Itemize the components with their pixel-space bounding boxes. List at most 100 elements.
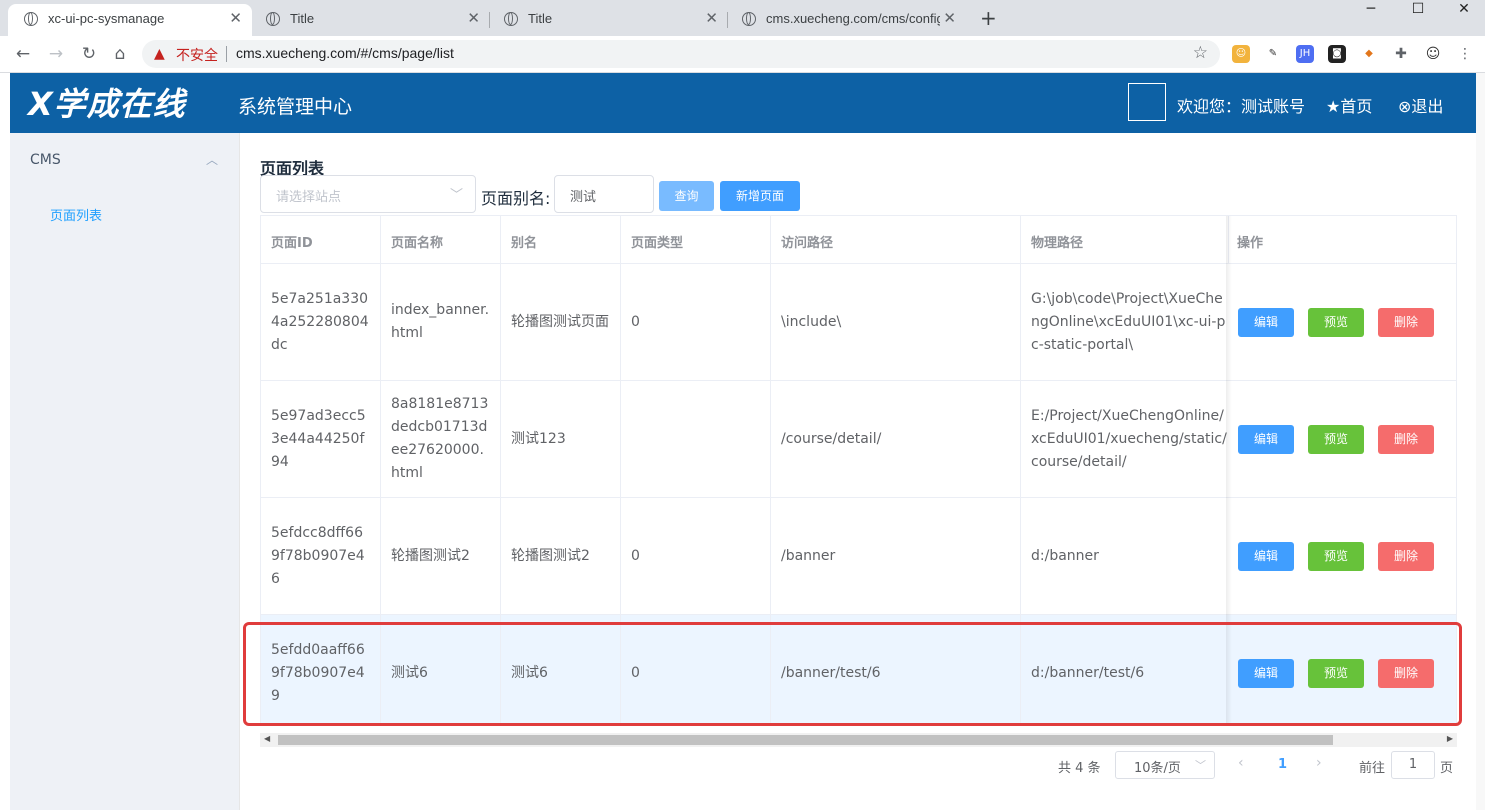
column-header-access-path: 访问路径 [771, 216, 1021, 264]
cell-physical-path: d:/banner [1021, 498, 1229, 614]
app-header: X学成在线 系统管理中心 欢迎您：测试账号 ★首页 ⊗退出 [10, 73, 1476, 133]
home-label: 首页 [1340, 97, 1373, 116]
bookmark-star-icon[interactable]: ☆ [1193, 43, 1208, 63]
chevron-up-icon[interactable]: ︿ [206, 151, 218, 168]
sidebar-menu-cms[interactable]: CMS [30, 152, 61, 168]
browser-tab-bar: xc-ui-pc-sysmanage ✕ Title ✕ Title ✕ cms… [0, 0, 1485, 36]
globe-icon [504, 12, 518, 26]
scroll-left-icon[interactable]: ◀ [264, 734, 270, 743]
delete-button[interactable]: 删除 [1378, 425, 1434, 454]
browser-tab[interactable]: Title ✕ [488, 4, 728, 36]
scrollbar-thumb[interactable] [278, 735, 1333, 745]
sidebar: CMS ︿ 页面列表 [10, 133, 240, 810]
annotation-highlight-box [243, 622, 1462, 726]
next-page-icon[interactable]: › [1316, 755, 1322, 771]
goto-page-input[interactable]: 1 [1391, 751, 1435, 779]
column-header-actions: 操作 [1227, 216, 1456, 264]
profile-icon[interactable]: ☺ [1424, 45, 1442, 63]
preview-button[interactable]: 预览 [1308, 542, 1364, 571]
cell-alias: 轮播图测试页面 [501, 264, 621, 380]
cell-alias: 测试123 [501, 381, 621, 497]
new-page-button[interactable]: 新增页面 [720, 181, 800, 211]
edit-button[interactable]: 编辑 [1238, 425, 1294, 454]
extension-icon[interactable]: ◙ [1328, 45, 1346, 63]
tab-title: xc-ui-pc-sysmanage [48, 11, 165, 26]
goto-unit-label: 页 [1440, 761, 1454, 776]
cell-access-path: /banner [771, 498, 1021, 614]
tab-title: cms.xuecheng.com/cms/config [766, 11, 944, 26]
cell-name: 轮播图测试2 [381, 498, 501, 614]
delete-button[interactable]: 删除 [1378, 308, 1434, 337]
menu-kebab-icon[interactable]: ⋮ [1456, 45, 1474, 63]
table-row: 5e7a251a3304a252280804dc index_banner.ht… [261, 264, 1456, 381]
page-size-select[interactable]: 10条/页 ﹀ [1115, 751, 1215, 779]
alias-label: 页面别名: [481, 189, 551, 208]
reload-icon[interactable]: ↻ [76, 41, 102, 67]
preview-button[interactable]: 预览 [1308, 308, 1364, 337]
star-icon: ★ [1326, 97, 1341, 116]
close-tab-icon[interactable]: ✕ [940, 4, 956, 34]
browser-tab-active[interactable]: xc-ui-pc-sysmanage ✕ [8, 4, 252, 36]
avatar [1128, 83, 1166, 121]
welcome-text: 欢迎您：测试账号 [1177, 97, 1306, 116]
alias-input-value: 测试 [570, 190, 597, 205]
site-select[interactable]: 请选择站点 ﹀ [260, 175, 476, 213]
warning-icon: ▲ [154, 46, 165, 62]
jh-extension-icon[interactable]: JH [1296, 45, 1314, 63]
scroll-right-icon[interactable]: ▶ [1447, 734, 1453, 743]
browser-tab[interactable]: cms.xuecheng.com/cms/config ✕ [726, 4, 966, 36]
close-tab-icon[interactable]: ✕ [705, 4, 718, 34]
globe-icon [742, 12, 756, 26]
back-icon[interactable]: ← [10, 41, 36, 67]
security-label: 不安全 [176, 47, 218, 63]
page-size-value: 10条/页 [1134, 761, 1181, 776]
preview-button[interactable]: 预览 [1308, 425, 1364, 454]
minimize-icon[interactable]: ─ [1348, 0, 1394, 32]
browser-tab[interactable]: Title ✕ [250, 4, 490, 36]
home-link[interactable]: ★首页 [1326, 93, 1372, 117]
column-header-type: 页面类型 [621, 216, 771, 264]
close-tab-icon[interactable]: ✕ [229, 4, 242, 34]
alias-input[interactable]: 测试 [554, 175, 654, 213]
fox-extension-icon[interactable]: ◆ [1360, 45, 1378, 63]
cell-access-path: /course/detail/ [771, 381, 1021, 497]
actions-cell: 编辑 预览 删除 [1227, 264, 1456, 380]
new-tab-button[interactable]: + [980, 6, 997, 30]
puzzle-icon[interactable]: ✚ [1392, 45, 1410, 63]
current-page-number[interactable]: 1 [1278, 757, 1287, 772]
logo: X学成在线 [28, 85, 186, 123]
pagination-total: 共 4 条 [1058, 761, 1101, 776]
cell-id: 5e7a251a3304a252280804dc [261, 264, 381, 380]
actions-cell: 编辑 预览 删除 [1227, 381, 1456, 497]
globe-icon [266, 12, 280, 26]
home-icon[interactable]: ⌂ [107, 41, 133, 67]
chevron-down-icon: ﹀ [449, 188, 463, 203]
edit-button[interactable]: 编辑 [1238, 308, 1294, 337]
query-button[interactable]: 查询 [659, 181, 714, 211]
browser-toolbar: ← → ↻ ⌂ ▲ 不安全 cms.xuecheng.com/#/cms/pag… [0, 36, 1485, 73]
cell-access-path: \include\ [771, 264, 1021, 380]
tab-title: Title [528, 11, 553, 26]
address-bar[interactable]: ▲ 不安全 cms.xuecheng.com/#/cms/page/list ☆ [142, 40, 1220, 68]
globe-icon [24, 12, 38, 26]
table-row: 5efdcc8dff669f78b0907e46 轮播图测试2 轮播图测试2 0… [261, 498, 1456, 615]
maximize-icon[interactable]: ☐ [1395, 0, 1441, 32]
forward-icon[interactable]: → [43, 41, 69, 67]
close-tab-icon[interactable]: ✕ [467, 4, 480, 34]
delete-button[interactable]: 删除 [1378, 542, 1434, 571]
edit-button[interactable]: 编辑 [1238, 542, 1294, 571]
goto-label: 前往 [1359, 761, 1386, 776]
actions-cell: 编辑 预览 删除 [1227, 498, 1456, 614]
cell-id: 5efdcc8dff669f78b0907e46 [261, 498, 381, 614]
broom-extension-icon[interactable]: ✎ [1264, 45, 1282, 63]
close-circle-icon: ⊗ [1398, 97, 1412, 116]
prev-page-icon[interactable]: ‹ [1238, 755, 1244, 771]
logout-link[interactable]: ⊗退出 [1398, 93, 1443, 117]
table-horizontal-scrollbar[interactable]: ◀ ▶ [260, 733, 1457, 747]
sidebar-item-page-list[interactable]: 页面列表 [50, 205, 102, 224]
url-text[interactable]: cms.xuecheng.com/#/cms/page/list [236, 45, 454, 61]
page-scrollbar[interactable] [1476, 73, 1485, 810]
cell-type: 0 [621, 498, 771, 614]
close-window-icon[interactable]: ✕ [1441, 0, 1485, 32]
extension-icon[interactable]: ☺ [1232, 45, 1250, 63]
